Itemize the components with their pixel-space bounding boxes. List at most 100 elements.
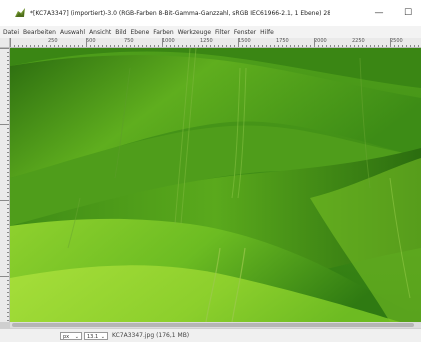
ruler-tick [7, 96, 9, 97]
file-info: KC7A3347.jpg (176,1 MB) [112, 332, 190, 339]
menu-werkzeuge[interactable]: Werkzeuge [178, 29, 211, 36]
menu-hilfe[interactable]: Hilfe [260, 29, 274, 36]
menu-fenster[interactable]: Fenster [234, 29, 256, 36]
ruler-tick [178, 45, 179, 47]
ruler-tick [190, 45, 191, 47]
ruler-tick [7, 100, 9, 101]
ruler-tick [358, 45, 359, 47]
ruler-label: 1250 [200, 38, 213, 44]
ruler-tick [7, 308, 9, 309]
maximize-button[interactable]: ☐ [401, 6, 415, 20]
ruler-tick [7, 316, 9, 317]
vertical-ruler[interactable] [0, 48, 10, 322]
ruler-label: 2500 [390, 38, 403, 44]
ruler-tick [302, 45, 303, 47]
scrollbar-thumb[interactable] [12, 323, 414, 327]
ruler-tick [7, 284, 9, 285]
ruler-tick [50, 45, 51, 47]
ruler-tick [110, 45, 111, 47]
ruler-tick [7, 80, 9, 81]
ruler-tick [7, 292, 9, 293]
menu-ebene[interactable]: Ebene [131, 29, 150, 36]
unit-value: px [63, 334, 70, 340]
ruler-tick [134, 45, 135, 47]
ruler-tick [18, 45, 19, 47]
ruler-tick [314, 38, 315, 47]
ruler-tick [202, 45, 203, 47]
menu-farben[interactable]: Farben [153, 29, 173, 36]
ruler-tick [174, 45, 175, 47]
ruler-tick [282, 45, 283, 47]
ruler-tick [170, 45, 171, 47]
ruler-tick [7, 52, 9, 53]
ruler-tick [7, 244, 9, 245]
menu-bild[interactable]: Bild [115, 29, 126, 36]
ruler-tick [234, 45, 235, 47]
ruler-tick [7, 108, 9, 109]
gimp-app-icon [14, 7, 26, 19]
ruler-tick [7, 240, 9, 241]
ruler-tick [130, 45, 131, 47]
ruler-label: 1500 [238, 38, 251, 44]
ruler-tick [102, 45, 103, 47]
ruler-tick [7, 236, 9, 237]
ruler-tick [7, 144, 9, 145]
ruler-tick [22, 45, 23, 47]
ruler-corner[interactable] [0, 38, 10, 48]
title-bar[interactable]: *[KC7A3347] (importiert)-3.0 (RGB-Farben… [0, 0, 421, 26]
ruler-tick [142, 45, 143, 47]
ruler-tick [0, 276, 9, 277]
ruler-tick [118, 45, 119, 47]
ruler-tick [7, 152, 9, 153]
ruler-tick [7, 204, 9, 205]
ruler-tick [310, 45, 311, 47]
ruler-tick [7, 212, 9, 213]
chevron-down-icon: ⌄ [100, 334, 105, 340]
ruler-tick [74, 45, 75, 47]
zoom-select[interactable]: 13.1 ⌄ [84, 332, 108, 340]
ruler-tick [346, 45, 347, 47]
ruler-tick [194, 45, 195, 47]
ruler-tick [62, 45, 63, 47]
unit-select[interactable]: px ⌄ [60, 332, 82, 340]
ruler-tick [7, 300, 9, 301]
image-canvas[interactable] [10, 48, 421, 322]
ruler-tick [350, 45, 351, 47]
ruler-tick [34, 45, 35, 47]
ruler-tick [258, 45, 259, 47]
ruler-tick [7, 172, 9, 173]
ruler-tick [414, 45, 415, 47]
ruler-tick [94, 45, 95, 47]
ruler-tick [386, 45, 387, 47]
ruler-label: 750 [124, 38, 134, 44]
ruler-tick [0, 200, 9, 201]
menu-datei[interactable]: Datei [3, 29, 19, 36]
ruler-tick [7, 60, 9, 61]
ruler-label: 1000 [162, 38, 175, 44]
ruler-tick [7, 264, 9, 265]
ruler-tick [342, 45, 343, 47]
ruler-tick [306, 45, 307, 47]
ruler-tick [7, 304, 9, 305]
ruler-tick [294, 45, 295, 47]
ruler-tick [7, 288, 9, 289]
minimize-button[interactable]: — [372, 6, 386, 20]
ruler-tick [334, 45, 335, 47]
menu-bearbeiten[interactable]: Bearbeiten [23, 29, 56, 36]
ruler-tick [398, 45, 399, 47]
ruler-tick [338, 45, 339, 47]
ruler-tick [98, 45, 99, 47]
ruler-label: 2250 [352, 38, 365, 44]
ruler-tick [382, 45, 383, 47]
ruler-tick [198, 45, 199, 47]
menu-auswahl[interactable]: Auswahl [60, 29, 85, 36]
ruler-tick [326, 45, 327, 47]
ruler-tick [418, 45, 419, 47]
ruler-tick [226, 45, 227, 47]
menu-filter[interactable]: Filter [215, 29, 230, 36]
menu-ansicht[interactable]: Ansicht [89, 29, 111, 36]
horizontal-ruler[interactable]: 250 500 750 1000 1250 1500 1750 2000 225… [10, 38, 421, 48]
ruler-tick [122, 45, 123, 47]
ruler-tick [242, 45, 243, 47]
ruler-tick [330, 45, 331, 47]
